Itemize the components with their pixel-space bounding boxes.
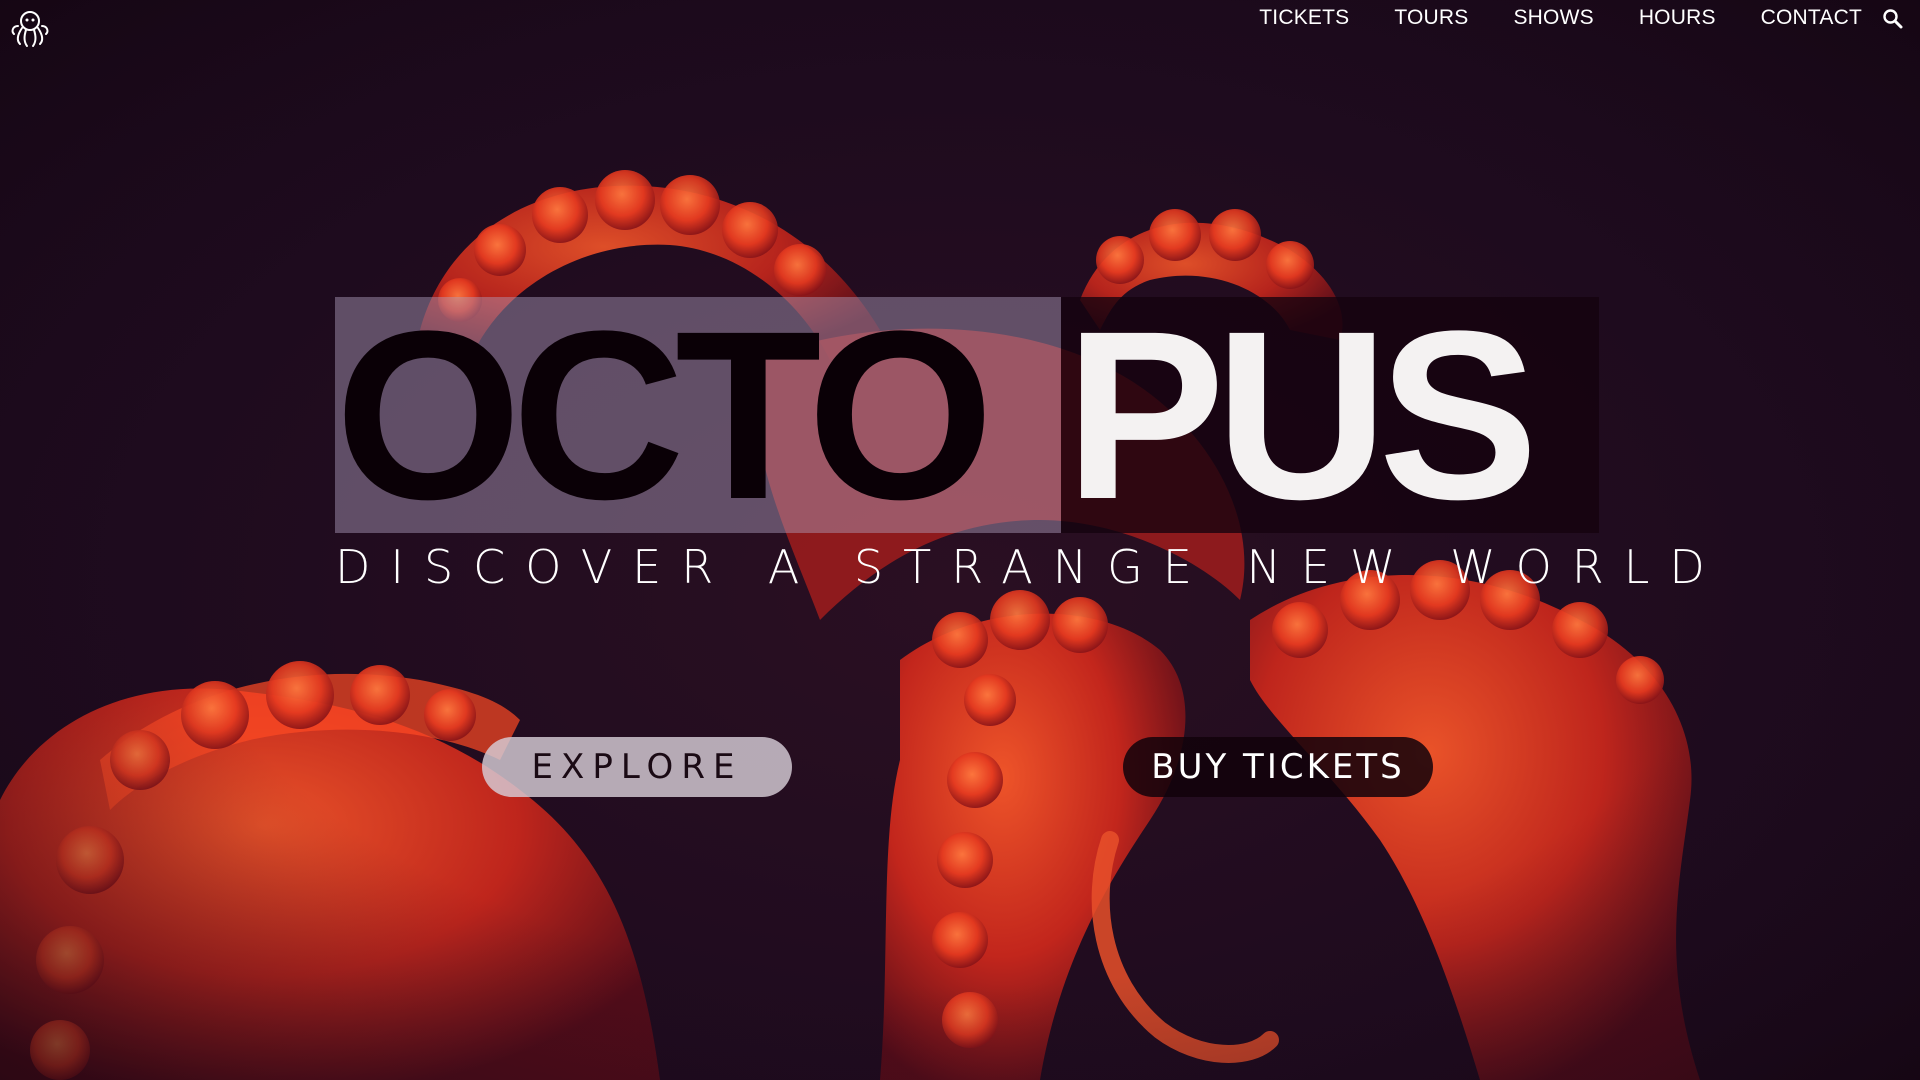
title-light-block: OCTO <box>335 297 1061 533</box>
title-part-pus: PUS <box>1065 297 1538 533</box>
hero-tagline: DISCOVER A STRANGE NEW WORLD <box>335 540 1725 594</box>
hero-title: OCTO PUS <box>335 297 1599 533</box>
octopus-logo-icon[interactable] <box>8 6 52 50</box>
landing-page: TICKETS TOURS SHOWS HOURS CONTACT OCTO P… <box>0 0 1920 1080</box>
top-navigation-bar: TICKETS TOURS SHOWS HOURS CONTACT <box>0 0 1920 47</box>
nav-shows[interactable]: SHOWS <box>1513 6 1593 30</box>
nav-tours[interactable]: TOURS <box>1394 6 1468 30</box>
title-part-octo: OCTO <box>335 297 994 533</box>
title-dark-block: PUS <box>1061 297 1599 533</box>
search-icon[interactable] <box>1882 8 1904 30</box>
buy-tickets-button[interactable]: BUY TICKETS <box>1123 737 1433 797</box>
nav-hours[interactable]: HOURS <box>1639 6 1716 30</box>
explore-button[interactable]: EXPLORE <box>482 737 792 797</box>
nav-contact[interactable]: CONTACT <box>1761 6 1862 30</box>
nav-tickets[interactable]: TICKETS <box>1259 6 1349 30</box>
main-nav: TICKETS TOURS SHOWS HOURS CONTACT <box>1214 6 1862 30</box>
